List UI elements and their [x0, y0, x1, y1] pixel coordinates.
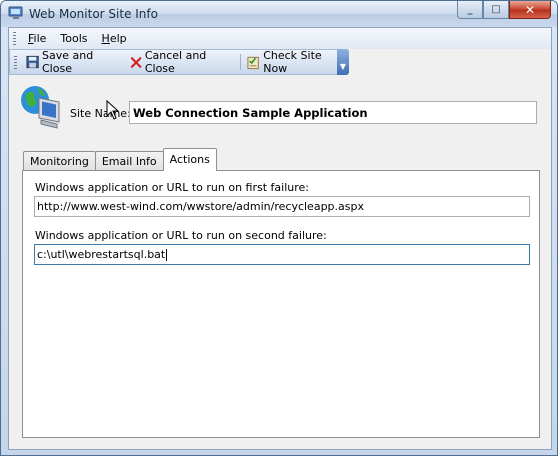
second-failure-value: c:\utl\webrestartsql.bat — [37, 248, 166, 261]
client-area: File Tools Help Save and Close Cancel an… — [8, 27, 552, 450]
check-site-now-label: Check Site Now — [263, 49, 322, 75]
save-and-close-button[interactable]: Save and Close — [22, 49, 126, 75]
first-failure-label: Windows application or URL to run on fir… — [35, 181, 309, 194]
tab-strip: Monitoring Email Info Actions — [23, 148, 217, 171]
globe-monitor-icon — [21, 86, 60, 129]
site-name-label: Site Name: — [70, 107, 131, 120]
text-caret — [166, 249, 168, 261]
chevron-down-icon: ▼ — [339, 62, 347, 71]
mouse-pointer-icon — [106, 100, 120, 120]
title-bar[interactable]: Web Monitor Site Info _ □ ✕ — [1, 1, 557, 27]
second-failure-input[interactable]: c:\utl\webrestartsql.bat — [34, 244, 530, 265]
menu-help-rest: elp — [109, 32, 127, 45]
cancel-x-icon — [130, 56, 141, 68]
save-disk-icon — [26, 55, 39, 69]
tab-email-info[interactable]: Email Info — [94, 151, 164, 171]
menu-file-rest: ile — [33, 32, 47, 45]
caption-buttons: _ □ ✕ — [457, 1, 551, 19]
first-failure-input[interactable]: http://www.west-wind.com/wwstore/admin/r… — [34, 196, 530, 217]
actions-panel: Windows application or URL to run on fir… — [22, 170, 540, 438]
toolbar-separator — [240, 54, 242, 70]
toolbar: Save and Close Cancel and Close Check Si… — [9, 49, 349, 75]
app-monitor-icon — [8, 6, 23, 19]
maximize-button[interactable]: □ — [483, 1, 509, 19]
menu-bar: File Tools Help — [9, 28, 551, 49]
menu-help[interactable]: Help — [95, 32, 134, 45]
window-title: Web Monitor Site Info — [29, 7, 158, 21]
toolbar-overflow-button[interactable]: ▼ — [337, 49, 349, 75]
toolbar-grip[interactable] — [14, 55, 17, 69]
minimize-icon: _ — [467, 4, 473, 15]
first-failure-value: http://www.west-wind.com/wwstore/admin/r… — [37, 200, 364, 213]
save-and-close-label: Save and Close — [42, 49, 94, 75]
second-failure-label: Windows application or URL to run on sec… — [35, 229, 327, 242]
tab-monitoring[interactable]: Monitoring — [23, 151, 96, 171]
maximize-icon: □ — [491, 4, 501, 15]
cancel-and-close-label: Cancel and Close — [144, 49, 207, 75]
checklist-icon — [247, 56, 259, 69]
menu-tools[interactable]: Tools — [53, 32, 94, 45]
cancel-and-close-button[interactable]: Cancel and Close — [126, 49, 239, 75]
minimize-button[interactable]: _ — [457, 1, 483, 19]
tab-actions[interactable]: Actions — [162, 148, 217, 171]
close-button[interactable]: ✕ — [509, 1, 551, 19]
check-site-now-button[interactable]: Check Site Now — [243, 49, 348, 75]
menu-file[interactable]: File — [21, 32, 53, 45]
menu-grip[interactable] — [13, 32, 16, 45]
app-window: Web Monitor Site Info _ □ ✕ File Tools H… — [0, 0, 558, 456]
close-icon: ✕ — [524, 2, 536, 17]
menu-help-accel: H — [101, 32, 110, 45]
site-name-input[interactable]: Web Connection Sample Application — [129, 101, 537, 124]
